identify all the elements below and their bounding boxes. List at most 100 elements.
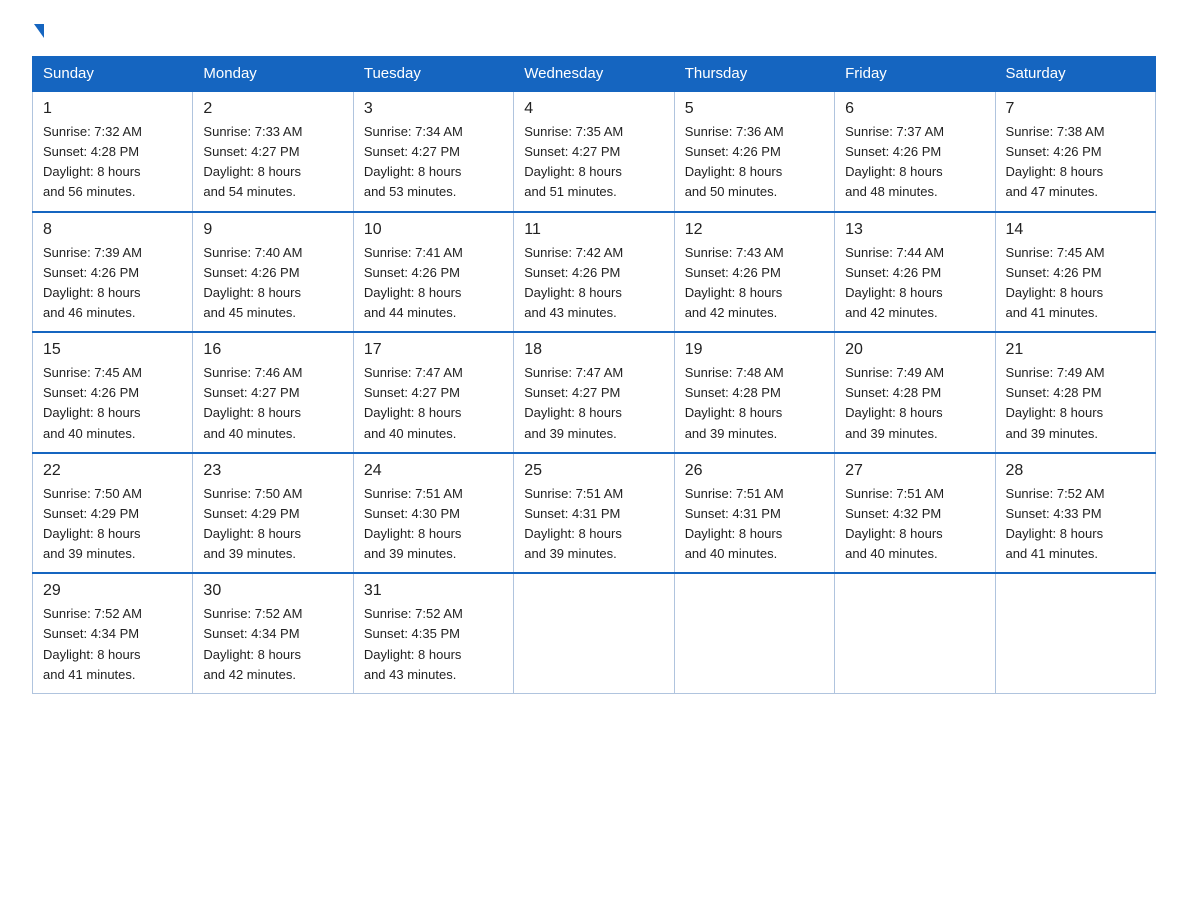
- day-number: 2: [203, 100, 342, 118]
- page-header: [32, 24, 1156, 38]
- day-cell: 2 Sunrise: 7:33 AMSunset: 4:27 PMDayligh…: [193, 91, 353, 212]
- day-cell: 16 Sunrise: 7:46 AMSunset: 4:27 PMDaylig…: [193, 332, 353, 453]
- day-info: Sunrise: 7:52 AMSunset: 4:33 PMDaylight:…: [1006, 486, 1105, 561]
- day-number: 25: [524, 462, 663, 480]
- day-number: 11: [524, 221, 663, 239]
- day-cell: 29 Sunrise: 7:52 AMSunset: 4:34 PMDaylig…: [33, 573, 193, 693]
- day-number: 1: [43, 100, 182, 118]
- logo: [32, 24, 44, 38]
- day-info: Sunrise: 7:43 AMSunset: 4:26 PMDaylight:…: [685, 245, 784, 320]
- day-cell: 6 Sunrise: 7:37 AMSunset: 4:26 PMDayligh…: [835, 91, 995, 212]
- day-cell: 30 Sunrise: 7:52 AMSunset: 4:34 PMDaylig…: [193, 573, 353, 693]
- day-number: 24: [364, 462, 503, 480]
- day-cell: 14 Sunrise: 7:45 AMSunset: 4:26 PMDaylig…: [995, 212, 1155, 333]
- day-number: 9: [203, 221, 342, 239]
- weekday-header-monday: Monday: [193, 57, 353, 92]
- day-number: 12: [685, 221, 824, 239]
- day-number: 15: [43, 341, 182, 359]
- day-info: Sunrise: 7:41 AMSunset: 4:26 PMDaylight:…: [364, 245, 463, 320]
- day-info: Sunrise: 7:51 AMSunset: 4:31 PMDaylight:…: [685, 486, 784, 561]
- day-cell: 15 Sunrise: 7:45 AMSunset: 4:26 PMDaylig…: [33, 332, 193, 453]
- day-info: Sunrise: 7:45 AMSunset: 4:26 PMDaylight:…: [43, 365, 142, 440]
- day-number: 22: [43, 462, 182, 480]
- day-info: Sunrise: 7:51 AMSunset: 4:31 PMDaylight:…: [524, 486, 623, 561]
- day-cell: 13 Sunrise: 7:44 AMSunset: 4:26 PMDaylig…: [835, 212, 995, 333]
- day-cell: 27 Sunrise: 7:51 AMSunset: 4:32 PMDaylig…: [835, 453, 995, 574]
- day-cell: [674, 573, 834, 693]
- week-row-2: 8 Sunrise: 7:39 AMSunset: 4:26 PMDayligh…: [33, 212, 1156, 333]
- day-cell: 8 Sunrise: 7:39 AMSunset: 4:26 PMDayligh…: [33, 212, 193, 333]
- day-number: 26: [685, 462, 824, 480]
- day-number: 28: [1006, 462, 1145, 480]
- day-cell: 31 Sunrise: 7:52 AMSunset: 4:35 PMDaylig…: [353, 573, 513, 693]
- day-cell: 21 Sunrise: 7:49 AMSunset: 4:28 PMDaylig…: [995, 332, 1155, 453]
- day-cell: 17 Sunrise: 7:47 AMSunset: 4:27 PMDaylig…: [353, 332, 513, 453]
- day-info: Sunrise: 7:37 AMSunset: 4:26 PMDaylight:…: [845, 124, 944, 199]
- day-cell: 22 Sunrise: 7:50 AMSunset: 4:29 PMDaylig…: [33, 453, 193, 574]
- day-number: 27: [845, 462, 984, 480]
- day-number: 21: [1006, 341, 1145, 359]
- day-number: 3: [364, 100, 503, 118]
- weekday-header-thursday: Thursday: [674, 57, 834, 92]
- day-cell: 12 Sunrise: 7:43 AMSunset: 4:26 PMDaylig…: [674, 212, 834, 333]
- day-cell: 5 Sunrise: 7:36 AMSunset: 4:26 PMDayligh…: [674, 91, 834, 212]
- day-cell: 26 Sunrise: 7:51 AMSunset: 4:31 PMDaylig…: [674, 453, 834, 574]
- day-cell: 23 Sunrise: 7:50 AMSunset: 4:29 PMDaylig…: [193, 453, 353, 574]
- day-number: 30: [203, 582, 342, 600]
- logo-triangle-icon: [34, 24, 44, 38]
- day-info: Sunrise: 7:50 AMSunset: 4:29 PMDaylight:…: [203, 486, 302, 561]
- day-info: Sunrise: 7:36 AMSunset: 4:26 PMDaylight:…: [685, 124, 784, 199]
- day-cell: 3 Sunrise: 7:34 AMSunset: 4:27 PMDayligh…: [353, 91, 513, 212]
- day-number: 10: [364, 221, 503, 239]
- day-info: Sunrise: 7:50 AMSunset: 4:29 PMDaylight:…: [43, 486, 142, 561]
- day-cell: 18 Sunrise: 7:47 AMSunset: 4:27 PMDaylig…: [514, 332, 674, 453]
- weekday-header-friday: Friday: [835, 57, 995, 92]
- day-number: 5: [685, 100, 824, 118]
- day-number: 31: [364, 582, 503, 600]
- day-number: 16: [203, 341, 342, 359]
- day-number: 29: [43, 582, 182, 600]
- day-number: 18: [524, 341, 663, 359]
- days-of-week-row: SundayMondayTuesdayWednesdayThursdayFrid…: [33, 57, 1156, 92]
- day-info: Sunrise: 7:49 AMSunset: 4:28 PMDaylight:…: [1006, 365, 1105, 440]
- day-number: 8: [43, 221, 182, 239]
- day-cell: 25 Sunrise: 7:51 AMSunset: 4:31 PMDaylig…: [514, 453, 674, 574]
- day-cell: 10 Sunrise: 7:41 AMSunset: 4:26 PMDaylig…: [353, 212, 513, 333]
- week-row-4: 22 Sunrise: 7:50 AMSunset: 4:29 PMDaylig…: [33, 453, 1156, 574]
- day-cell: [514, 573, 674, 693]
- day-cell: [835, 573, 995, 693]
- weekday-header-sunday: Sunday: [33, 57, 193, 92]
- day-number: 7: [1006, 100, 1145, 118]
- day-number: 4: [524, 100, 663, 118]
- calendar-table: SundayMondayTuesdayWednesdayThursdayFrid…: [32, 56, 1156, 694]
- day-cell: 7 Sunrise: 7:38 AMSunset: 4:26 PMDayligh…: [995, 91, 1155, 212]
- day-number: 17: [364, 341, 503, 359]
- day-info: Sunrise: 7:49 AMSunset: 4:28 PMDaylight:…: [845, 365, 944, 440]
- day-info: Sunrise: 7:34 AMSunset: 4:27 PMDaylight:…: [364, 124, 463, 199]
- day-info: Sunrise: 7:32 AMSunset: 4:28 PMDaylight:…: [43, 124, 142, 199]
- day-info: Sunrise: 7:52 AMSunset: 4:34 PMDaylight:…: [203, 606, 302, 681]
- day-number: 23: [203, 462, 342, 480]
- day-number: 19: [685, 341, 824, 359]
- day-number: 13: [845, 221, 984, 239]
- day-number: 20: [845, 341, 984, 359]
- day-info: Sunrise: 7:48 AMSunset: 4:28 PMDaylight:…: [685, 365, 784, 440]
- day-info: Sunrise: 7:51 AMSunset: 4:30 PMDaylight:…: [364, 486, 463, 561]
- day-cell: 19 Sunrise: 7:48 AMSunset: 4:28 PMDaylig…: [674, 332, 834, 453]
- day-cell: 11 Sunrise: 7:42 AMSunset: 4:26 PMDaylig…: [514, 212, 674, 333]
- day-info: Sunrise: 7:52 AMSunset: 4:35 PMDaylight:…: [364, 606, 463, 681]
- day-info: Sunrise: 7:35 AMSunset: 4:27 PMDaylight:…: [524, 124, 623, 199]
- day-info: Sunrise: 7:52 AMSunset: 4:34 PMDaylight:…: [43, 606, 142, 681]
- week-row-1: 1 Sunrise: 7:32 AMSunset: 4:28 PMDayligh…: [33, 91, 1156, 212]
- week-row-5: 29 Sunrise: 7:52 AMSunset: 4:34 PMDaylig…: [33, 573, 1156, 693]
- day-info: Sunrise: 7:46 AMSunset: 4:27 PMDaylight:…: [203, 365, 302, 440]
- day-info: Sunrise: 7:47 AMSunset: 4:27 PMDaylight:…: [364, 365, 463, 440]
- day-cell: 24 Sunrise: 7:51 AMSunset: 4:30 PMDaylig…: [353, 453, 513, 574]
- weekday-header-wednesday: Wednesday: [514, 57, 674, 92]
- day-number: 6: [845, 100, 984, 118]
- day-info: Sunrise: 7:39 AMSunset: 4:26 PMDaylight:…: [43, 245, 142, 320]
- day-cell: 1 Sunrise: 7:32 AMSunset: 4:28 PMDayligh…: [33, 91, 193, 212]
- day-info: Sunrise: 7:42 AMSunset: 4:26 PMDaylight:…: [524, 245, 623, 320]
- day-cell: 20 Sunrise: 7:49 AMSunset: 4:28 PMDaylig…: [835, 332, 995, 453]
- day-cell: 28 Sunrise: 7:52 AMSunset: 4:33 PMDaylig…: [995, 453, 1155, 574]
